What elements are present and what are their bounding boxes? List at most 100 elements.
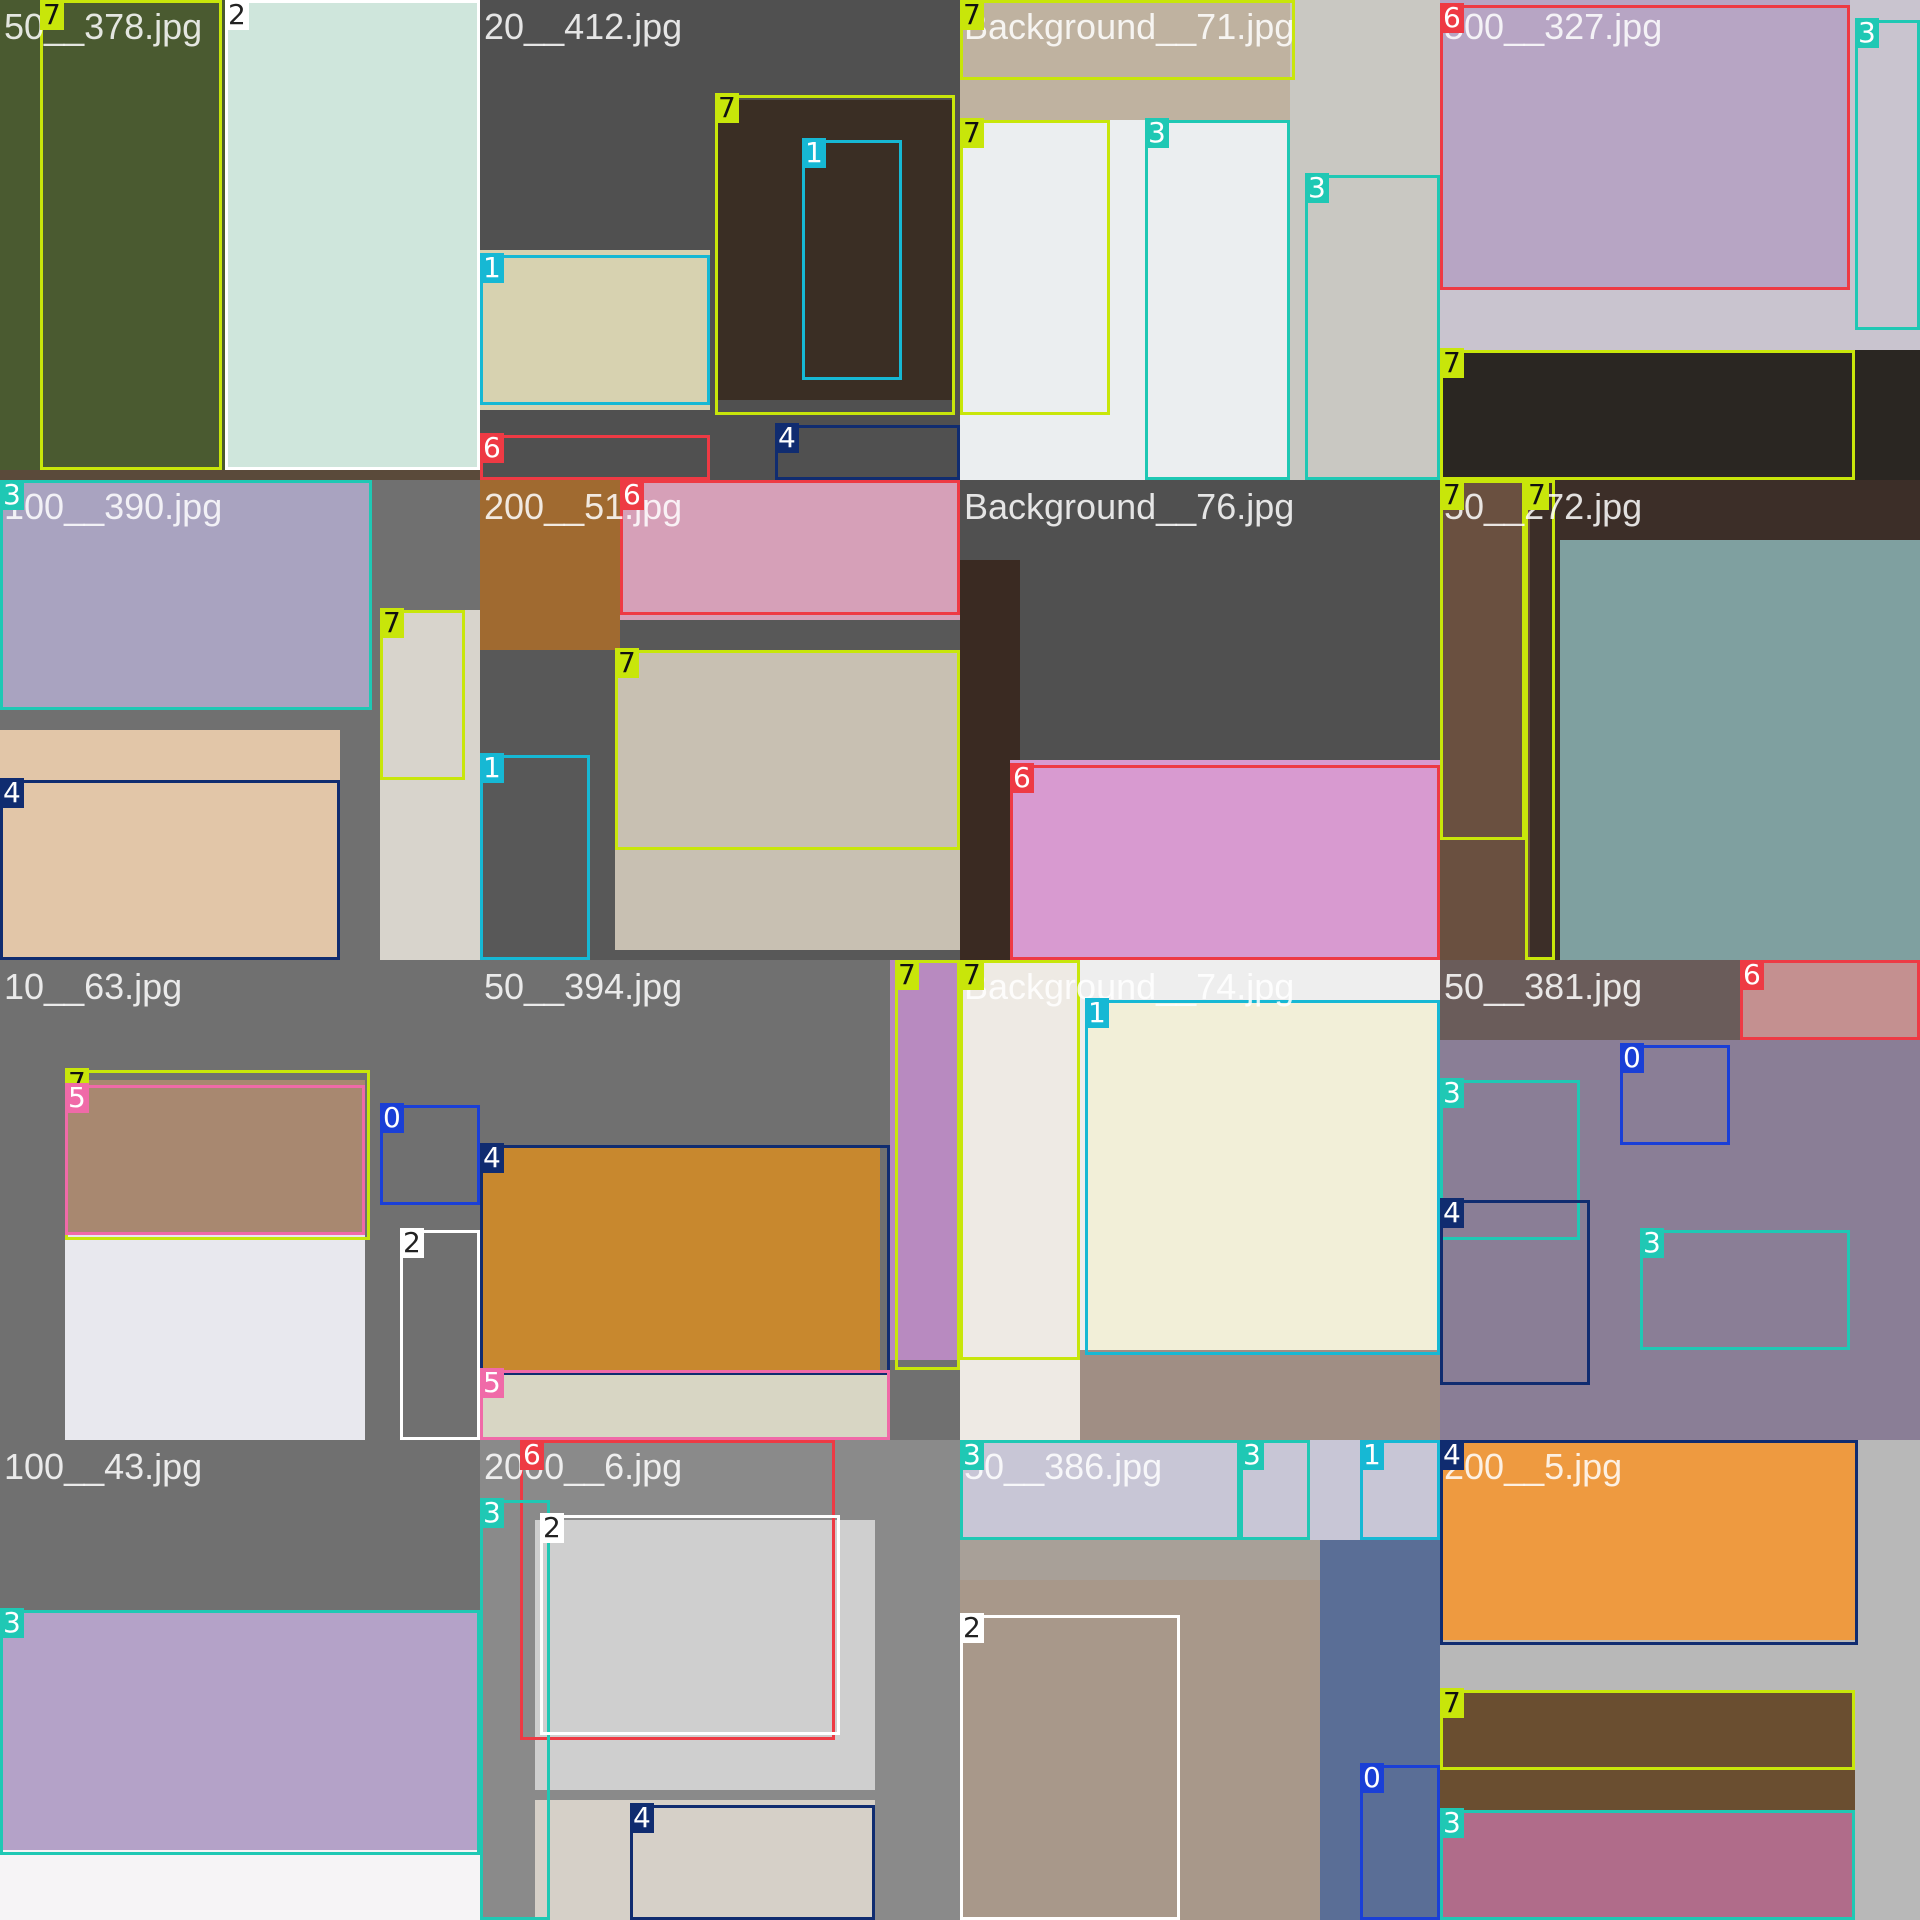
class-label-tag: 1 [802,138,826,168]
class-label-tag: 4 [480,1143,504,1173]
detection-box [480,755,590,960]
mosaic-tile: 500__327.jpg 6 3 7 [1440,0,1920,480]
class-label-tag: 6 [480,433,504,463]
detection-box [1305,175,1440,480]
tile-filename: Background__74.jpg [964,966,1295,1007]
mosaic-tile: 50__378.jpg 7 2 [0,0,480,480]
detection-box [895,960,960,1370]
tile-filename: 50__378.jpg [4,6,203,47]
class-label-tag: 4 [1440,1440,1464,1470]
mosaic-tile: 200__51.jpg 6 1 7 [480,480,960,960]
detection-box [1740,960,1920,1040]
class-label-tag: 3 [1440,1808,1464,1838]
tile-photo-region [0,1850,480,1920]
class-label-tag: 2 [400,1228,424,1258]
class-label-tag: 7 [1440,348,1464,378]
class-label-tag: 3 [0,1608,24,1638]
mosaic-tile: 10__63.jpg7502 [0,960,480,1440]
class-label-tag: 7 [960,960,984,990]
class-label-tag: 0 [1620,1043,1644,1073]
mosaic-tile: 50__272.jpg77 [1440,480,1920,960]
class-label-tag: 1 [1085,998,1109,1028]
mosaic-tile: 50__386.jpg 3 3 1 2 0 [960,1440,1440,1920]
detection-box [1640,1230,1850,1350]
class-label-tag: 1 [480,253,504,283]
detection-box [480,1370,890,1440]
class-label-tag: 3 [480,1498,504,1528]
detection-box [480,255,710,405]
detection-box [1440,1690,1855,1770]
mosaic-tile: 50__381.jpg 6 0 3 4 3 [1440,960,1920,1440]
detection-box [615,650,960,850]
tile-filename: Background__76.jpg [964,486,1295,527]
detection-box [480,1145,890,1375]
detection-box [802,140,902,380]
mosaic-tile: 2000__6.jpg 6 3 2 4 [480,1440,960,1920]
class-label-tag: 3 [960,1440,984,1470]
detection-box [225,0,480,470]
tile-filename: 200__51.jpg [484,486,683,527]
detection-box [0,780,340,960]
class-label-tag: 2 [540,1513,564,1543]
class-label-tag: 7 [40,0,64,30]
detection-box [1440,1810,1855,1920]
tile-photo-region [1080,1350,1440,1440]
class-label-tag: 4 [0,778,24,808]
class-label-tag: 7 [960,0,984,30]
class-label-tag: 6 [620,480,644,510]
detection-box [1440,350,1855,480]
class-label-tag: 4 [630,1803,654,1833]
class-label-tag: 3 [1145,118,1169,148]
class-label-tag: 7 [1440,1688,1464,1718]
tile-photo-region [65,1235,365,1440]
class-label-tag: 3 [1640,1228,1664,1258]
mosaic-tile: Background__76.jpg 6 [960,480,1440,960]
class-label-tag: 6 [520,1440,544,1470]
tile-filename: 10__63.jpg [4,966,183,1007]
mosaic-grid: 50__378.jpg 7 2 20__412.jpg 1 7 1 6 4 Background_… [0,0,1920,1920]
mosaic-tile: 100__43.jpg 3 [0,1440,480,1920]
detection-box [1010,765,1440,960]
mosaic-tile: 200__5.jpg 4 7 3 [1440,1440,1920,1920]
class-label-tag: 0 [1360,1763,1384,1793]
mosaic-tile: Background__74.jpg 1 7 [960,960,1440,1440]
mosaic-tile: 20__412.jpg 1 7 1 6 4 [480,0,960,480]
detection-box [960,960,1080,1360]
detection-box [65,1085,365,1235]
class-label-tag: 2 [225,0,249,30]
tile-filename: 20__412.jpg [484,6,683,47]
tile-photo-region [1560,540,1920,960]
class-label-tag: 7 [960,118,984,148]
detection-box [1855,20,1920,330]
detection-box [40,0,222,470]
class-label-tag: 7 [1525,480,1549,510]
tile-filename: 50__394.jpg [484,966,683,1007]
class-label-tag: 1 [1360,1440,1384,1470]
class-label-tag: 3 [1240,1440,1264,1470]
class-label-tag: 7 [615,648,639,678]
tile-filename: 100__43.jpg [4,1446,203,1487]
tile-filename: 2000__6.jpg [484,1446,683,1487]
tile-filename: 500__327.jpg [1444,6,1663,47]
class-label-tag: 6 [1740,960,1764,990]
detection-box [960,1615,1180,1920]
mosaic-tile: 100__390.jpg 3 4 7 [0,480,480,960]
class-label-tag: 6 [1010,763,1034,793]
detection-box [0,1610,480,1855]
tile-filename: 200__5.jpg [1444,1446,1623,1487]
class-label-tag: 7 [895,960,919,990]
detection-box [630,1805,875,1920]
class-label-tag: 2 [960,1613,984,1643]
detection-box [1145,120,1290,480]
detection-box [400,1230,480,1440]
class-label-tag: 7 [715,93,739,123]
tile-filename: Background__71.jpg [964,6,1295,47]
detection-box [1525,480,1555,960]
class-label-tag: 7 [380,608,404,638]
class-label-tag: 1 [480,753,504,783]
mosaic-tile: Background__71.jpg 7 7 3 3 [960,0,1440,480]
class-label-tag: 3 [1855,18,1879,48]
class-label-tag: 5 [480,1368,504,1398]
class-label-tag: 4 [1440,1198,1464,1228]
detection-box [540,1515,840,1735]
